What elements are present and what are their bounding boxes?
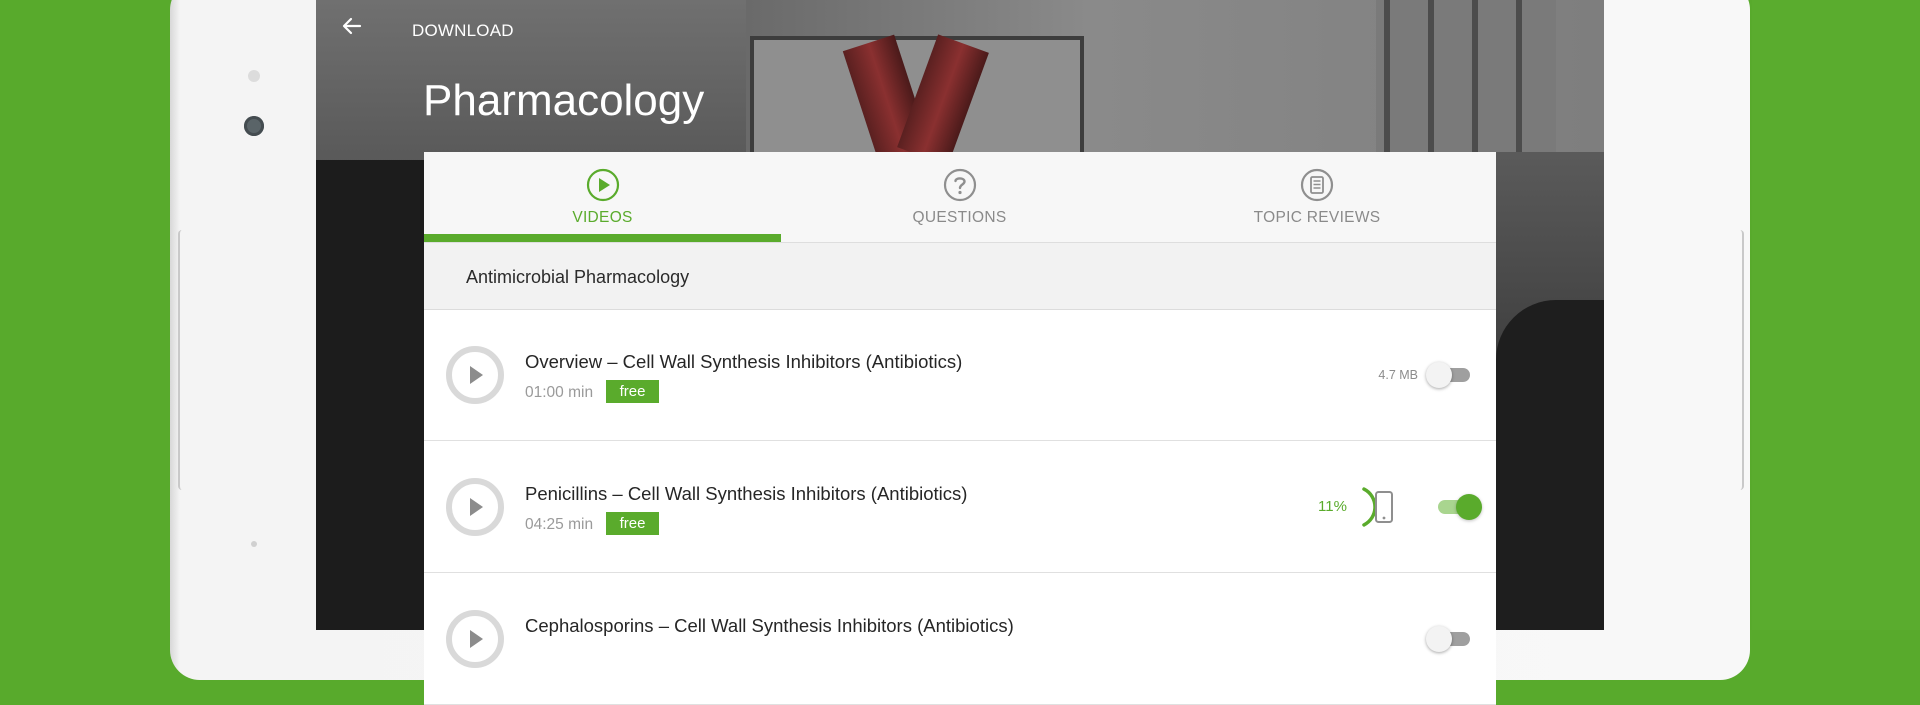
play-circle-icon	[586, 168, 619, 202]
tab-videos-label: VIDEOS	[572, 209, 633, 226]
tablet-edge-left	[178, 230, 186, 490]
video-title: Overview – Cell Wall Synthesis Inhibitor…	[525, 351, 963, 372]
download-toggle[interactable]	[1426, 362, 1472, 388]
tab-topic-reviews-label: TOPIC REVIEWS	[1253, 209, 1381, 226]
play-icon[interactable]	[446, 346, 504, 404]
tab-active-indicator	[424, 234, 781, 242]
background-right	[1752, 0, 1920, 630]
play-icon[interactable]	[446, 610, 504, 668]
download-toggle[interactable]	[1436, 494, 1482, 520]
video-file-size: 4.7 MB	[1378, 368, 1418, 382]
toggle-knob	[1426, 362, 1452, 388]
content-panel: VIDEOS QUESTIONS TOPIC REVIEWS Antimicro…	[424, 152, 1496, 705]
video-list-item[interactable]: Penicillins – Cell Wall Synthesis Inhibi…	[424, 442, 1496, 573]
topbar-title: DOWNLOAD	[412, 21, 514, 40]
page-title: Pharmacology	[423, 76, 705, 125]
tablet-sensor	[248, 70, 260, 82]
tab-questions-label: QUESTIONS	[912, 209, 1007, 226]
toggle-knob	[1456, 494, 1482, 520]
tablet-edge-right	[1736, 230, 1744, 490]
background-shape	[316, 160, 426, 630]
tab-bar: VIDEOS QUESTIONS TOPIC REVIEWS	[424, 152, 1496, 243]
video-title: Penicillins – Cell Wall Synthesis Inhibi…	[525, 483, 968, 504]
tab-videos[interactable]: VIDEOS	[424, 152, 781, 242]
video-list-item[interactable]: Cephalosporins – Cell Wall Synthesis Inh…	[424, 574, 1496, 705]
video-duration: 01:00 min	[525, 384, 594, 401]
document-circle-icon	[1300, 168, 1334, 202]
tablet-mic	[251, 541, 257, 547]
section-header: Antimicrobial Pharmacology	[424, 243, 1496, 310]
tab-topic-reviews[interactable]: TOPIC REVIEWS	[1138, 152, 1496, 242]
free-badge: free	[606, 512, 659, 535]
tab-questions[interactable]: QUESTIONS	[781, 152, 1138, 242]
section-title: Antimicrobial Pharmacology	[466, 267, 690, 287]
video-list-item[interactable]: Overview – Cell Wall Synthesis Inhibitor…	[424, 310, 1496, 441]
video-title: Cephalosporins – Cell Wall Synthesis Inh…	[525, 615, 1014, 636]
hero-window	[1376, 0, 1556, 152]
question-circle-icon	[943, 168, 976, 202]
phone-icon	[1375, 491, 1393, 523]
arrow-left-icon[interactable]	[340, 14, 364, 38]
background-person	[1496, 300, 1604, 630]
free-badge: free	[606, 380, 659, 403]
video-duration: 04:25 min	[525, 516, 594, 533]
tablet-camera	[244, 116, 264, 136]
play-icon[interactable]	[446, 478, 504, 536]
download-progress-ring	[1362, 487, 1377, 527]
